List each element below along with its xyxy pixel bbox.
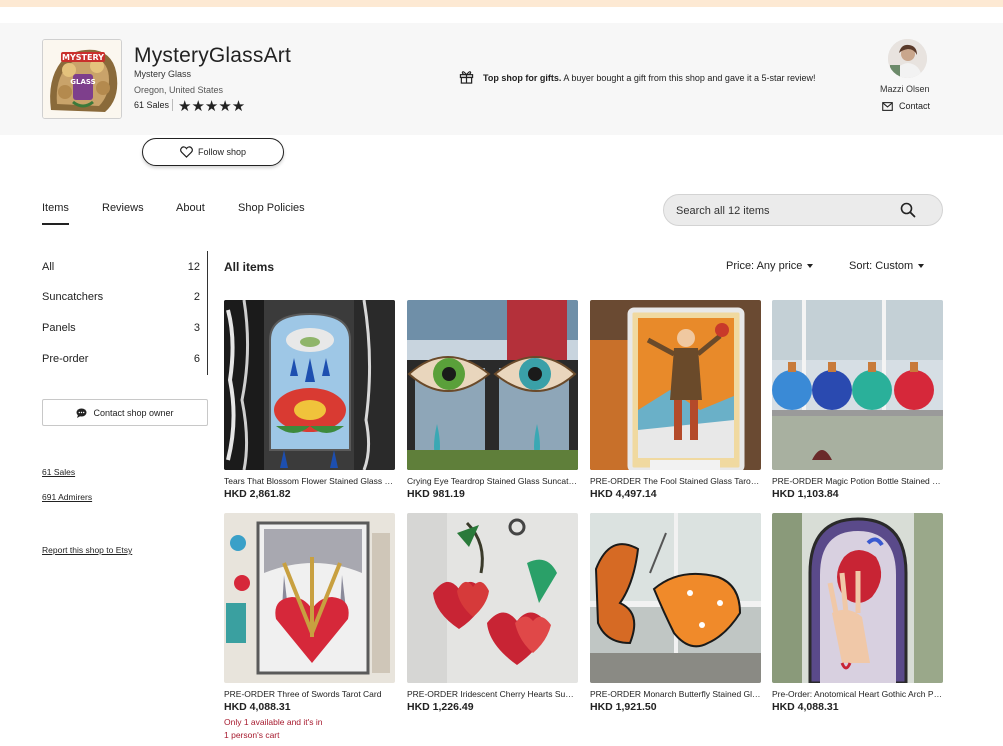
shop-name: MysteryGlassArt (134, 44, 292, 67)
sales-link[interactable]: 61 Sales (42, 467, 75, 477)
sort-dropdown[interactable]: Sort: Custom (849, 260, 925, 272)
owner-name[interactable]: Mazzi Olsen (880, 84, 930, 94)
listing-title[interactable]: PRE-ORDER The Fool Stained Glass Tarot C… (590, 476, 761, 486)
listing-card[interactable]: PRE-ORDER The Fool Stained Glass Tarot C… (590, 300, 761, 500)
listing-price: HKD 4,088.31 (772, 701, 839, 713)
listing-price: HKD 981.19 (407, 488, 465, 500)
rating-stars[interactable]: ★★★★★ (178, 97, 245, 115)
listing-card[interactable]: Crying Eye Teardrop Stained Glass Suncat… (407, 300, 578, 500)
tab-about[interactable]: About (176, 202, 205, 214)
listing-title[interactable]: Tears That Blossom Flower Stained Glass … (224, 476, 395, 486)
admirers-link[interactable]: 691 Admirers (42, 492, 92, 502)
tab-shop-policies[interactable]: Shop Policies (238, 202, 305, 214)
caret-down-icon (918, 264, 925, 269)
shop-header: MYSTERY GLASS MysteryGlassArt Mystery Gl… (0, 23, 1003, 135)
listing-title[interactable]: PRE-ORDER Magic Potion Bottle Stained Gl… (772, 476, 943, 486)
listing-title[interactable]: PRE-ORDER Monarch Butterfly Stained Glas… (590, 689, 761, 699)
gift-badge-text: Top shop for gifts. A buyer bought a gif… (483, 73, 815, 83)
price-filter-dropdown[interactable]: Price: Any price (726, 260, 814, 272)
sidebar-item-label: Panels (42, 322, 76, 334)
svg-text:GLASS: GLASS (70, 78, 95, 86)
listing-image[interactable] (407, 513, 578, 683)
listing-price: HKD 2,861.82 (224, 488, 291, 500)
sidebar-item-all[interactable]: All 12 (42, 261, 200, 277)
heart-icon (180, 146, 193, 158)
shop-subtitle: Mystery Glass (134, 69, 192, 79)
divider (172, 99, 173, 111)
sidebar-item-label: Suncatchers (42, 291, 104, 303)
shop-search-box[interactable] (663, 194, 943, 226)
sidebar-item-label: Pre-order (42, 353, 89, 365)
search-icon[interactable] (900, 202, 916, 218)
listing-price: HKD 4,497.14 (590, 488, 657, 500)
listing-image[interactable] (772, 300, 943, 470)
listing-image[interactable] (590, 300, 761, 470)
announcement-strip (0, 0, 1003, 7)
listing-price: HKD 1,226.49 (407, 701, 474, 713)
sidebar-item-suncatchers[interactable]: Suncatchers 2 (42, 291, 200, 307)
listing-title[interactable]: Crying Eye Teardrop Stained Glass Suncat… (407, 476, 578, 486)
shop-logo[interactable]: MYSTERY GLASS (42, 39, 122, 119)
listing-card[interactable]: PRE-ORDER Iridescent Cherry Hearts Sunca… (407, 513, 578, 713)
search-input[interactable] (676, 203, 896, 219)
follow-shop-button[interactable]: Follow shop (142, 138, 284, 166)
section-title: All items (224, 260, 275, 274)
listing-image[interactable] (772, 513, 943, 683)
sidebar-item-count: 12 (187, 261, 200, 273)
listing-card[interactable]: Pre-Order: Anotomical Heart Gothic Arch … (772, 513, 943, 713)
listing-title[interactable]: Pre-Order: Anotomical Heart Gothic Arch … (772, 689, 943, 699)
sidebar-item-pre-order[interactable]: Pre-order 6 (42, 353, 200, 369)
listing-image[interactable] (590, 513, 761, 683)
price-filter-label: Price: Any price (726, 260, 803, 272)
shop-sales-count: 61 Sales (134, 100, 170, 110)
chat-icon (76, 408, 87, 418)
sidebar-item-count: 3 (193, 322, 200, 334)
gift-badge-detail: A buyer bought a gift from this shop and… (561, 73, 816, 83)
sidebar-item-label: All (42, 261, 55, 273)
listing-image[interactable] (224, 513, 395, 683)
listing-card[interactable]: PRE-ORDER Three of Swords Tarot Card HKD… (224, 513, 395, 742)
listing-card[interactable]: Tears That Blossom Flower Stained Glass … (224, 300, 395, 500)
contact-shop-owner-button[interactable]: Contact shop owner (42, 399, 208, 426)
report-shop-link[interactable]: Report this shop to Etsy (42, 545, 132, 555)
listing-image[interactable] (407, 300, 578, 470)
gift-badge-bold: Top shop for gifts. (483, 73, 562, 83)
listing-title[interactable]: PRE-ORDER Three of Swords Tarot Card (224, 689, 395, 699)
low-stock-notice: Only 1 available and it's in 1 person's … (224, 716, 395, 742)
svg-text:MYSTERY: MYSTERY (62, 53, 104, 62)
contact-label: Contact (899, 101, 931, 111)
listing-price: HKD 4,088.31 (224, 701, 291, 713)
contact-button[interactable]: Contact (882, 101, 930, 111)
tab-reviews[interactable]: Reviews (102, 202, 144, 214)
shop-location: Oregon, United States (134, 85, 224, 95)
listing-image[interactable] (224, 300, 395, 470)
listing-card[interactable]: PRE-ORDER Monarch Butterfly Stained Glas… (590, 513, 761, 713)
sidebar-divider (207, 251, 208, 375)
listing-price: HKD 1,103.84 (772, 488, 839, 500)
sort-label: Sort: Custom (849, 260, 914, 272)
mail-icon (882, 101, 893, 111)
tab-items[interactable]: Items (42, 202, 69, 225)
sidebar-item-panels[interactable]: Panels 3 (42, 322, 200, 338)
gift-icon (459, 71, 474, 84)
low-stock-line-2: 1 person's cart (224, 730, 280, 740)
follow-shop-label: Follow shop (197, 147, 247, 157)
listing-title[interactable]: PRE-ORDER Iridescent Cherry Hearts Sunca… (407, 689, 578, 699)
owner-avatar[interactable] (888, 39, 927, 78)
caret-down-icon (807, 264, 814, 269)
sidebar-item-count: 2 (193, 291, 200, 303)
low-stock-line-1: Only 1 available and it's in (224, 717, 323, 727)
listing-price: HKD 1,921.50 (590, 701, 657, 713)
contact-shop-owner-label: Contact shop owner (93, 407, 174, 418)
listing-card[interactable]: PRE-ORDER Magic Potion Bottle Stained Gl… (772, 300, 943, 500)
sidebar-item-count: 6 (193, 353, 200, 365)
